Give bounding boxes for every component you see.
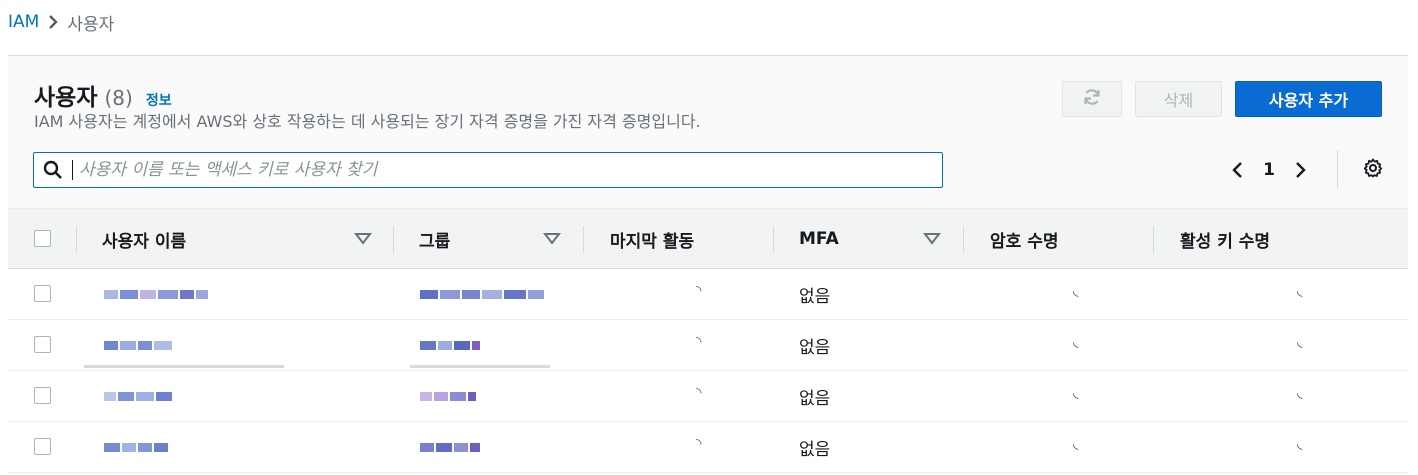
username-link-redacted[interactable] [104,320,172,370]
mfa-value: 없음 [799,439,831,460]
column-header-password-age[interactable]: 암호 수명 [990,209,1058,269]
pagination: 1 [1220,154,1318,186]
user-count: (8) [104,86,133,110]
breadcrumb-iam-link[interactable]: IAM [8,12,39,32]
users-table: 사용자 이름 그룹 마지막 활동 MFA 암호 수명 활성 키 수명 ◝ 없음 … [8,208,1408,473]
refresh-icon [1082,87,1102,111]
settings-button[interactable] [1356,154,1390,186]
column-header-last-activity[interactable]: 마지막 활동 [610,209,694,269]
prev-page-button[interactable] [1220,154,1254,186]
loading-spinner-icon: ◝ [696,436,702,452]
add-user-button[interactable]: 사용자 추가 [1235,81,1382,117]
table-row: ◝ 없음 ◟ ◟ [8,269,1408,320]
column-header-mfa[interactable]: MFA [799,209,839,269]
redacted-text [420,288,544,300]
breadcrumb-current: 사용자 [67,14,115,35]
column-separator [963,226,964,253]
redacted-text [420,390,476,402]
column-separator [773,226,774,253]
column-separator [583,226,584,253]
group-link-redacted[interactable] [420,269,544,319]
select-all-checkbox[interactable] [34,230,51,247]
username-link-redacted[interactable] [104,269,208,319]
info-link[interactable]: 정보 [146,90,172,110]
mfa-value: 없음 [799,286,831,307]
sort-down-icon[interactable] [922,231,942,250]
column-separator [393,226,394,253]
current-page[interactable]: 1 [1254,160,1284,180]
page-title-group: 사용자 (8) 정보 [34,78,172,112]
row-checkbox[interactable] [34,285,51,302]
divider [410,365,550,368]
breadcrumb: IAM 사용자 [8,10,115,35]
mfa-value: 없음 [799,388,831,409]
table-header: 사용자 이름 그룹 마지막 활동 MFA 암호 수명 활성 키 수명 [8,208,1408,269]
column-header-access-key-age[interactable]: 활성 키 수명 [1180,209,1270,269]
loading-spinner-icon: ◝ [696,334,702,350]
table-row: ◝ 없음 ◟ ◟ [8,320,1408,371]
column-header-group[interactable]: 그룹 [419,209,450,269]
column-separator [76,226,77,253]
loading-spinner-icon: ◟ [1297,283,1303,299]
search-icon [34,160,72,180]
loading-spinner-icon: ◟ [1297,385,1303,401]
divider [84,365,284,368]
next-page-button[interactable] [1284,154,1318,186]
row-checkbox[interactable] [34,336,51,353]
column-header-username[interactable]: 사용자 이름 [102,209,186,269]
loading-spinner-icon: ◟ [1297,436,1303,452]
loading-spinner-icon: ◟ [1073,436,1079,452]
search-input[interactable] [72,160,942,180]
group-link-redacted[interactable] [420,422,480,472]
loading-spinner-icon: ◟ [1073,385,1079,401]
redacted-text [420,441,480,453]
delete-button[interactable]: 삭제 [1135,81,1222,117]
group-link-redacted[interactable] [420,371,476,421]
redacted-text [104,288,208,300]
users-panel: 사용자 (8) 정보 IAM 사용자는 계정에서 AWS와 상호 작용하는 데 … [8,55,1408,475]
loading-spinner-icon: ◟ [1073,334,1079,350]
row-checkbox[interactable] [34,438,51,455]
loading-spinner-icon: ◟ [1073,283,1079,299]
loading-spinner-icon: ◟ [1297,334,1303,350]
row-checkbox[interactable] [34,387,51,404]
redacted-text [104,339,172,351]
column-separator [1153,226,1154,253]
mfa-value: 없음 [799,337,831,358]
sort-down-icon[interactable] [353,231,373,250]
loading-spinner-icon: ◝ [696,385,702,401]
refresh-button[interactable] [1062,81,1122,117]
gear-icon [1363,158,1383,182]
page-title: 사용자 [34,85,98,111]
search-box [33,152,943,188]
redacted-text [420,339,480,351]
divider [1337,150,1338,188]
username-link-redacted[interactable] [104,371,172,421]
group-link-redacted[interactable] [420,320,480,370]
sort-down-icon[interactable] [542,231,562,250]
table-row: ◝ 없음 ◟ ◟ [8,422,1408,473]
page-description: IAM 사용자는 계정에서 AWS와 상호 작용하는 데 사용되는 장기 자격 … [34,112,701,131]
username-link-redacted[interactable] [104,422,168,472]
chevron-right-icon [39,14,67,30]
redacted-text [104,390,172,402]
redacted-text [104,441,168,453]
loading-spinner-icon: ◝ [696,283,702,299]
table-row: ◝ 없음 ◟ ◟ [8,371,1408,422]
